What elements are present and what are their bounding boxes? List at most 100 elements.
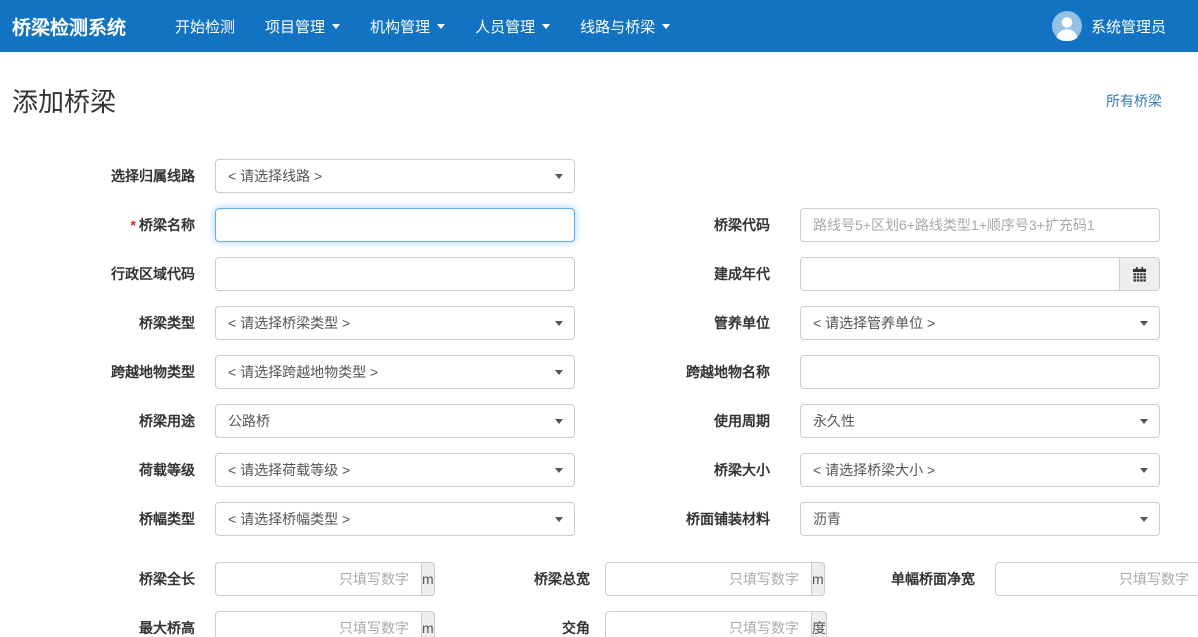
maintain-unit-label: 管养单位 — [575, 313, 800, 333]
load-level-select[interactable]: < 请选择荷载等级 > — [215, 453, 575, 487]
chevron-down-icon — [555, 517, 563, 522]
bridge-size-select[interactable]: < 请选择桥梁大小 > — [800, 453, 1160, 487]
page-title: 添加桥梁 — [12, 82, 116, 119]
built-year-input[interactable] — [800, 257, 1120, 291]
deck-type-value: < 请选择桥幅类型 > — [228, 509, 350, 529]
user-menu[interactable]: 系统管理员 — [1052, 11, 1198, 41]
nav-item-label: 线路与桥梁 — [580, 16, 655, 37]
maintain-unit-select[interactable]: < 请选择管养单位 > — [800, 306, 1160, 340]
max-bridge-height-group: m — [215, 611, 377, 637]
main-nav: 开始检测 项目管理 机构管理 人员管理 线路与桥梁 — [160, 0, 685, 52]
maintain-unit-value: < 请选择管养单位 > — [813, 313, 935, 333]
load-level-label: 荷载等级 — [0, 460, 215, 480]
page-header: 添加桥梁 所有桥梁 — [0, 52, 1198, 119]
cross-name-input[interactable] — [800, 355, 1160, 389]
user-name: 系统管理员 — [1091, 16, 1166, 37]
nav-item-label: 人员管理 — [475, 16, 535, 37]
skew-angle-label: 交角 — [377, 618, 605, 637]
nav-item-start-inspection[interactable]: 开始检测 — [160, 0, 250, 52]
bridge-usage-label: 桥梁用途 — [0, 411, 215, 431]
admin-area-code-input[interactable] — [215, 257, 575, 291]
total-length-label: 桥梁全长 — [0, 569, 215, 589]
admin-area-code-label: 行政区域代码 — [0, 264, 215, 284]
bridge-name-label: *桥梁名称 — [0, 215, 215, 235]
nav-item-project-management[interactable]: 项目管理 — [250, 0, 355, 52]
bridge-size-label: 桥梁大小 — [575, 460, 800, 480]
date-picker-button[interactable] — [1120, 257, 1160, 291]
cross-type-label: 跨越地物类型 — [0, 362, 215, 382]
add-bridge-form: 选择归属线路 < 请选择线路 > *桥梁名称 桥梁代码 行政区域代码 建成年代 — [0, 159, 1198, 637]
bridge-type-value: < 请选择桥梁类型 > — [228, 313, 350, 333]
deck-material-label: 桥面铺装材料 — [575, 509, 800, 529]
chevron-down-icon — [1140, 419, 1148, 424]
form-row: 最大桥高 m 交角 度 — [0, 611, 1198, 637]
nav-item-label: 开始检测 — [175, 16, 235, 37]
calendar-icon — [1132, 267, 1147, 282]
nav-item-personnel-management[interactable]: 人员管理 — [460, 0, 565, 52]
form-row: 行政区域代码 建成年代 — [0, 257, 1198, 291]
bridge-code-label: 桥梁代码 — [575, 215, 800, 235]
form-row: 跨越地物类型 < 请选择跨越地物类型 > 跨越地物名称 — [0, 355, 1198, 389]
bridge-name-input[interactable] — [215, 208, 575, 242]
max-bridge-height-label: 最大桥高 — [0, 618, 215, 637]
nav-item-label: 机构管理 — [370, 16, 430, 37]
bridge-usage-select[interactable]: 公路桥 — [215, 404, 575, 438]
app-navbar: 桥梁检测系统 开始检测 项目管理 机构管理 人员管理 线路与桥梁 系统管理员 — [0, 0, 1198, 52]
measurements-section: 桥梁全长 m 桥梁总宽 m 单幅桥面净宽 m 最大桥高 m 交角 — [0, 562, 1198, 637]
bridge-type-select[interactable]: < 请选择桥梁类型 > — [215, 306, 575, 340]
bridge-size-value: < 请选择桥梁大小 > — [813, 460, 935, 480]
use-period-value: 永久性 — [813, 411, 855, 431]
bridge-usage-value: 公路桥 — [228, 411, 270, 431]
use-period-select[interactable]: 永久性 — [800, 404, 1160, 438]
deck-type-label: 桥幅类型 — [0, 509, 215, 529]
chevron-down-icon — [1140, 468, 1148, 473]
total-width-label: 桥梁总宽 — [377, 569, 605, 589]
cross-name-label: 跨越地物名称 — [575, 362, 800, 382]
caret-down-icon — [332, 24, 340, 29]
single-deck-clear-width-input[interactable] — [995, 562, 1198, 596]
built-year-group — [800, 257, 1160, 291]
caret-down-icon — [542, 24, 550, 29]
deck-material-select[interactable]: 沥青 — [800, 502, 1160, 536]
caret-down-icon — [662, 24, 670, 29]
belong-line-label: 选择归属线路 — [0, 166, 215, 186]
form-row: 桥梁用途 公路桥 使用周期 永久性 — [0, 404, 1198, 438]
user-avatar-icon — [1052, 11, 1082, 41]
all-bridges-link[interactable]: 所有桥梁 — [1106, 91, 1162, 111]
form-row: 选择归属线路 < 请选择线路 > — [0, 159, 1198, 193]
required-asterisk: * — [131, 217, 136, 233]
belong-line-select[interactable]: < 请选择线路 > — [215, 159, 575, 193]
nav-item-lines-and-bridges[interactable]: 线路与桥梁 — [565, 0, 685, 52]
skew-angle-input[interactable] — [605, 611, 812, 637]
nav-item-org-management[interactable]: 机构管理 — [355, 0, 460, 52]
skew-angle-group: 度 — [605, 611, 767, 637]
form-row: *桥梁名称 桥梁代码 — [0, 208, 1198, 242]
app-brand[interactable]: 桥梁检测系统 — [0, 13, 138, 40]
total-length-group: m — [215, 562, 377, 596]
deck-material-value: 沥青 — [813, 509, 841, 529]
form-row: 荷载等级 < 请选择荷载等级 > 桥梁大小 < 请选择桥梁大小 > — [0, 453, 1198, 487]
bridge-code-input[interactable] — [800, 208, 1160, 242]
total-width-group: m — [605, 562, 767, 596]
form-row: 桥幅类型 < 请选择桥幅类型 > 桥面铺装材料 沥青 — [0, 502, 1198, 536]
chevron-down-icon — [1140, 517, 1148, 522]
deck-type-select[interactable]: < 请选择桥幅类型 > — [215, 502, 575, 536]
chevron-down-icon — [555, 468, 563, 473]
chevron-down-icon — [555, 419, 563, 424]
cross-type-select[interactable]: < 请选择跨越地物类型 > — [215, 355, 575, 389]
bridge-type-label: 桥梁类型 — [0, 313, 215, 333]
cross-type-value: < 请选择跨越地物类型 > — [228, 362, 378, 382]
chevron-down-icon — [555, 174, 563, 179]
single-deck-clear-width-label: 单幅桥面净宽 — [767, 569, 995, 589]
use-period-label: 使用周期 — [575, 411, 800, 431]
unit-addon: 度 — [812, 611, 827, 637]
bridge-name-label-text: 桥梁名称 — [139, 217, 195, 233]
chevron-down-icon — [555, 321, 563, 326]
built-year-label: 建成年代 — [575, 264, 800, 284]
form-row: 桥梁全长 m 桥梁总宽 m 单幅桥面净宽 m — [0, 562, 1198, 596]
belong-line-value: < 请选择线路 > — [228, 166, 322, 186]
form-row: 桥梁类型 < 请选择桥梁类型 > 管养单位 < 请选择管养单位 > — [0, 306, 1198, 340]
chevron-down-icon — [555, 370, 563, 375]
caret-down-icon — [437, 24, 445, 29]
load-level-value: < 请选择荷载等级 > — [228, 460, 350, 480]
